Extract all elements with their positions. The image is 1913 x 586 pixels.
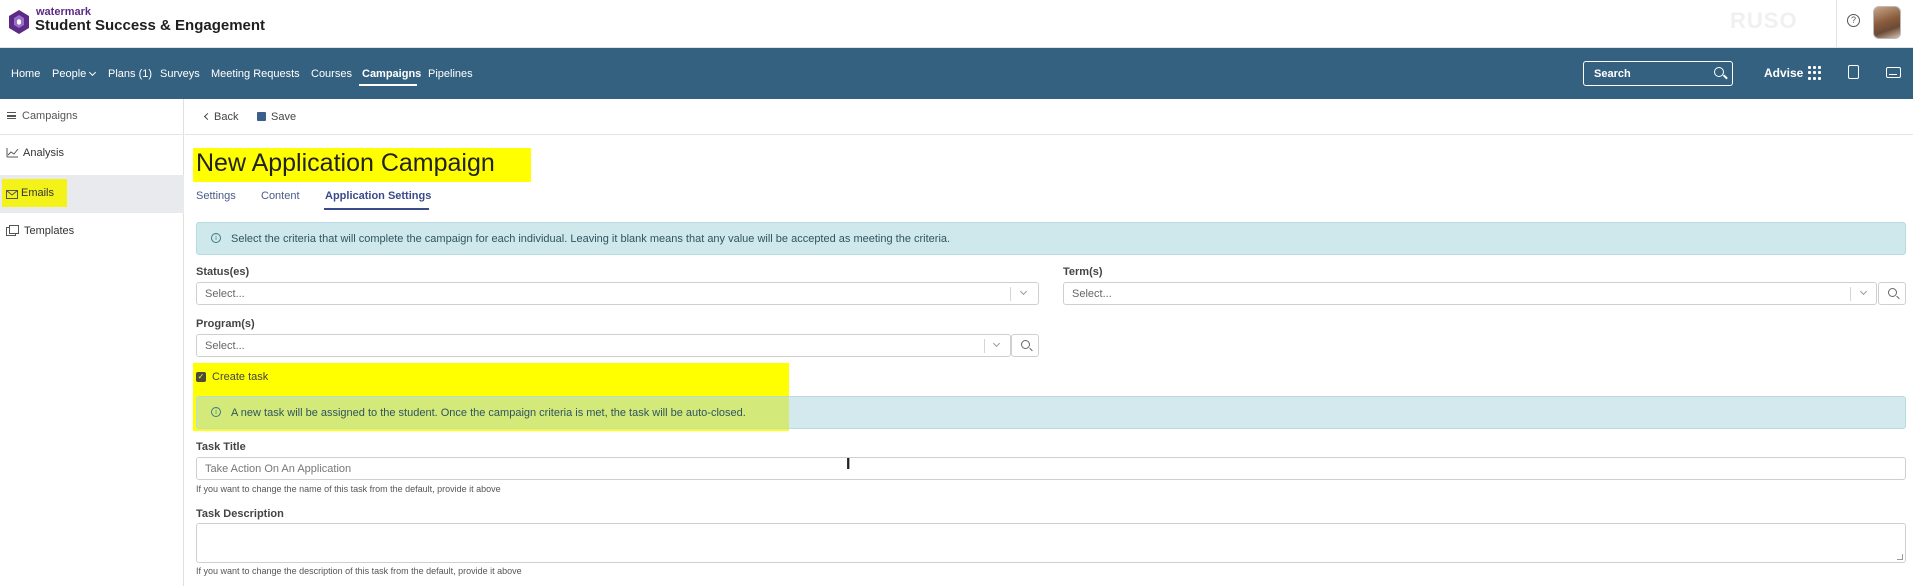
info-text: Select the criteria that will complete t… <box>231 233 951 245</box>
program-select[interactable]: Select... <box>196 334 1011 357</box>
sidebar-item-emails[interactable]: Emails <box>0 175 184 213</box>
program-lookup-button[interactable] <box>1011 334 1039 357</box>
nav-campaigns[interactable]: Campaigns <box>362 68 421 80</box>
envelope-icon <box>6 190 18 199</box>
chevron-down-icon[interactable] <box>992 339 1001 348</box>
sidebar-item-label: Templates <box>24 225 75 237</box>
tab-content[interactable]: Content <box>261 190 300 202</box>
status-select[interactable]: Select... <box>196 282 1039 305</box>
nav-home[interactable]: Home <box>11 68 40 80</box>
sidebar-header[interactable]: Campaigns <box>0 99 184 135</box>
menu-icon[interactable] <box>7 112 16 119</box>
select-separator <box>1010 287 1011 301</box>
program-label: Program(s) <box>196 318 255 330</box>
header-divider <box>1836 0 1837 48</box>
task-title-help: If you want to change the name of this t… <box>196 484 501 494</box>
app-header: watermark Student Success & Engagement R… <box>0 0 1913 48</box>
status-label: Status(es) <box>196 266 250 278</box>
task-title-input[interactable]: Take Action On An Application <box>196 457 1906 480</box>
task-description-textarea[interactable] <box>196 523 1906 563</box>
chevron-down-icon[interactable] <box>1019 287 1028 296</box>
tab-active-underline <box>324 208 429 210</box>
select-separator <box>984 339 985 353</box>
page-title: New Application Campaign <box>196 149 495 177</box>
task-description-help: If you want to change the description of… <box>196 566 522 576</box>
zoom-icon <box>1021 340 1030 349</box>
nav-people-label: People <box>52 68 87 80</box>
inbox-icon[interactable] <box>1886 67 1901 78</box>
task-title-label: Task Title <box>196 441 246 453</box>
advise-menu[interactable]: Advise <box>1764 66 1803 80</box>
search-input[interactable]: Search <box>1583 61 1733 86</box>
nav-people[interactable]: People <box>52 68 97 80</box>
info-text: A new task will be assigned to the stude… <box>231 407 746 419</box>
sidebar-item-label: Emails <box>21 187 55 199</box>
program-placeholder: Select... <box>205 340 245 352</box>
nav-meeting-requests[interactable]: Meeting Requests <box>211 68 300 80</box>
sidebar: Campaigns Analysis Emails Templates <box>0 99 184 586</box>
main-nav: Home People Plans (1) Surveys Meeting Re… <box>0 48 1913 99</box>
task-info-banner: i A new task will be assigned to the stu… <box>196 396 1906 429</box>
resize-handle-icon[interactable] <box>1897 554 1903 560</box>
sidebar-item-templates[interactable]: Templates <box>0 213 184 251</box>
chevron-left-icon <box>203 112 212 121</box>
create-task-checkbox[interactable]: ✓ <box>196 372 206 382</box>
sidebar-item-label: Analysis <box>23 147 64 159</box>
nav-surveys[interactable]: Surveys <box>160 68 200 80</box>
search-label: Search <box>1594 68 1631 80</box>
nav-active-underline <box>359 84 417 86</box>
app-grid-icon[interactable] <box>1808 66 1822 80</box>
institution-logo: RUSO <box>1730 8 1798 33</box>
zoom-icon <box>1888 288 1897 297</box>
app-title[interactable]: Student Success & Engagement <box>35 17 265 34</box>
term-lookup-button[interactable] <box>1878 282 1906 305</box>
page-toolbar: Back Save <box>185 99 1913 135</box>
term-select[interactable]: Select... <box>1063 282 1877 305</box>
watermark-logo-icon <box>9 10 29 34</box>
search-icon[interactable] <box>1714 67 1724 77</box>
tab-application-settings[interactable]: Application Settings <box>325 190 431 202</box>
nav-pipelines[interactable]: Pipelines <box>428 68 473 80</box>
back-label: Back <box>214 111 239 123</box>
save-button[interactable]: Save <box>257 111 296 123</box>
term-label: Term(s) <box>1063 266 1103 278</box>
nav-courses[interactable]: Courses <box>311 68 352 80</box>
info-icon: i <box>211 233 221 243</box>
status-placeholder: Select... <box>205 288 245 300</box>
text-cursor-icon: I <box>846 456 851 473</box>
criteria-info-banner: i Select the criteria that will complete… <box>196 222 1906 255</box>
user-avatar[interactable] <box>1873 6 1901 39</box>
templates-icon <box>6 225 19 236</box>
select-separator <box>1850 287 1851 301</box>
task-description-label: Task Description <box>196 508 284 520</box>
tab-settings[interactable]: Settings <box>196 190 236 202</box>
nav-plans[interactable]: Plans (1) <box>108 68 152 80</box>
save-icon <box>257 112 266 121</box>
chevron-down-icon[interactable] <box>1859 287 1868 296</box>
term-placeholder: Select... <box>1072 288 1112 300</box>
sidebar-item-analysis[interactable]: Analysis <box>0 135 184 173</box>
sidebar-title: Campaigns <box>22 110 78 122</box>
chevron-down-icon <box>89 68 97 77</box>
back-button[interactable]: Back <box>203 111 239 123</box>
create-task-label[interactable]: Create task <box>212 371 268 383</box>
task-title-value: Take Action On An Application <box>205 463 352 475</box>
document-icon[interactable] <box>1848 65 1859 79</box>
chart-icon <box>6 148 19 158</box>
info-icon: i <box>211 407 221 417</box>
save-label: Save <box>271 111 297 123</box>
help-icon[interactable]: ? <box>1847 14 1860 27</box>
